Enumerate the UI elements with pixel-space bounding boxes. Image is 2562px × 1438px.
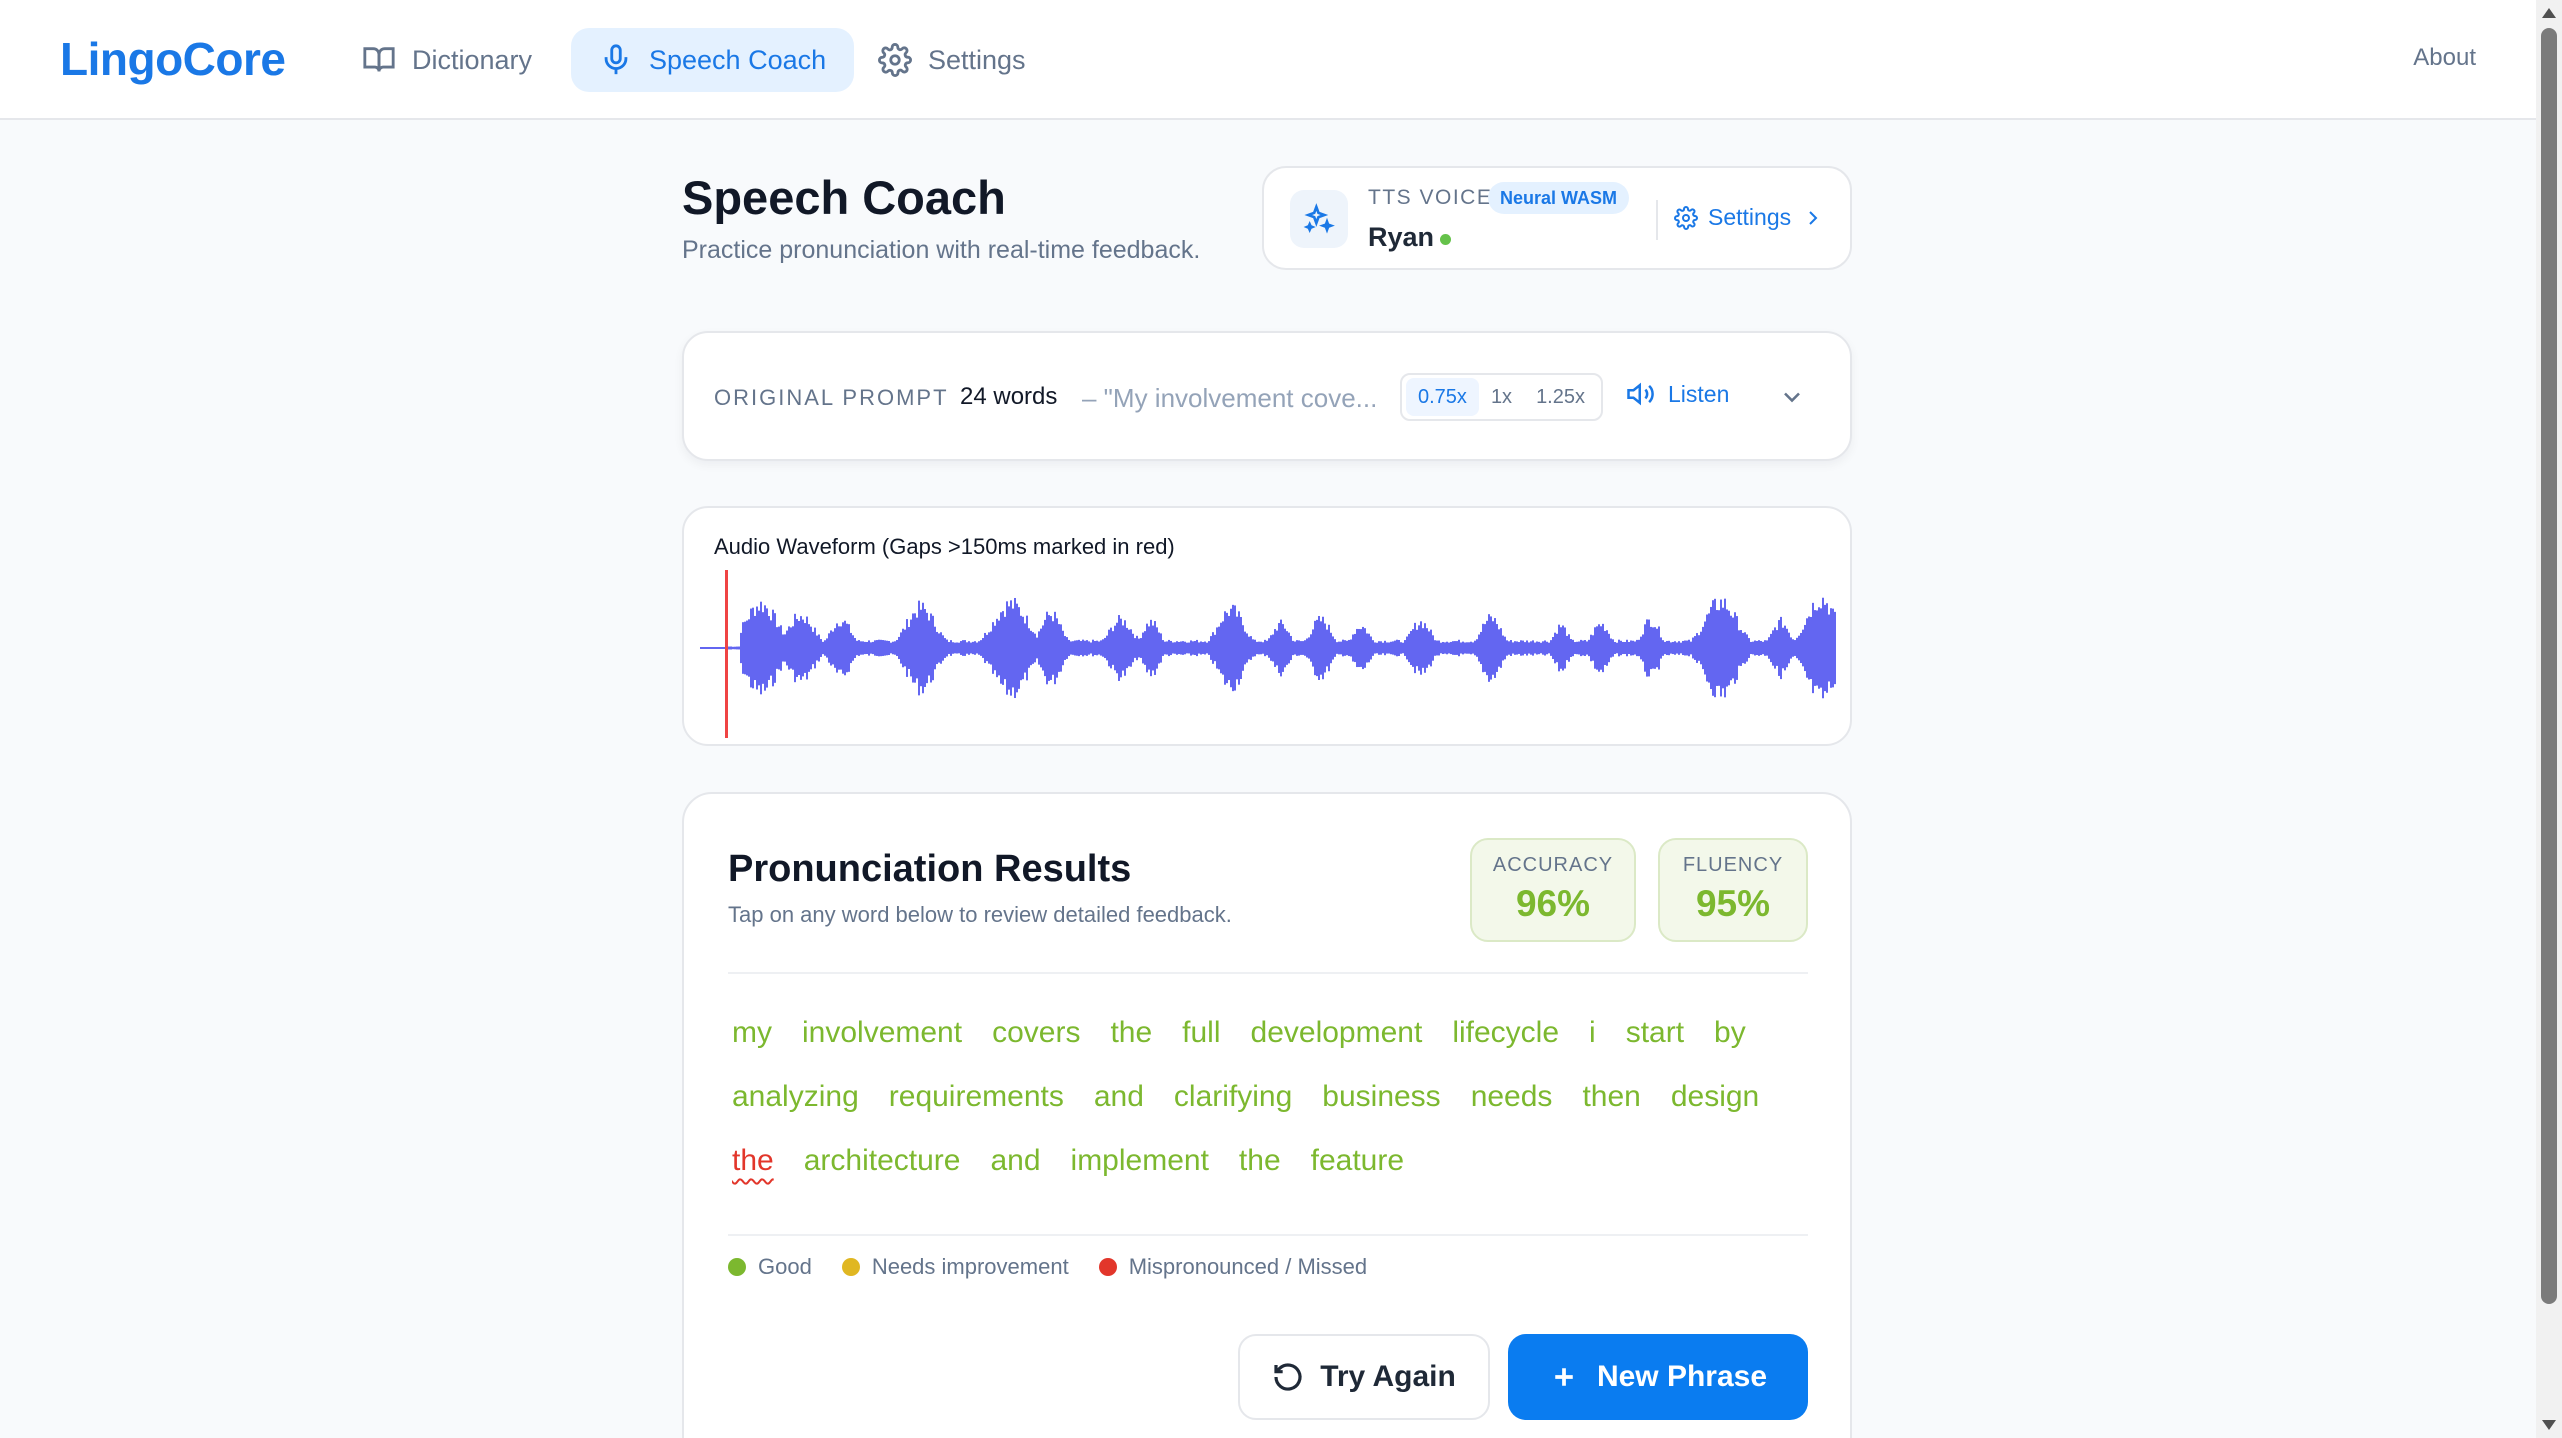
tts-voice-label: TTS VOICE <box>1368 186 1493 209</box>
tts-settings-label: Settings <box>1708 204 1792 230</box>
brand-logo[interactable]: LingoCore <box>60 32 286 86</box>
divider <box>728 1234 1808 1236</box>
sparkles-icon <box>1290 190 1348 248</box>
legend-good: Good <box>728 1254 812 1280</box>
word-count: 24 words <box>960 383 1058 410</box>
chevron-right-icon <box>1809 210 1818 225</box>
word-clarifying[interactable]: clarifying <box>1170 1078 1296 1116</box>
prompt-preview: – "My involvement cove... <box>1082 383 1378 413</box>
legend: Good Needs improvement Mispronounced / M… <box>728 1254 1367 1280</box>
word-i[interactable]: i <box>1585 1014 1600 1052</box>
fluency-score: FLUENCY 95% <box>1658 838 1808 942</box>
book-icon <box>363 47 395 72</box>
gap-marker <box>725 570 728 738</box>
engine-badge: Neural WASM <box>1488 182 1630 214</box>
speed-0-75x[interactable]: 0.75x <box>1406 378 1479 416</box>
legend-dot-good <box>728 1258 746 1276</box>
legend-mispronounced-label: Mispronounced / Missed <box>1128 1254 1368 1279</box>
try-again-button[interactable]: Try Again <box>1238 1334 1490 1420</box>
legend-needs-improvement: Needs improvement <box>841 1254 1069 1280</box>
word-needs[interactable]: needs <box>1467 1078 1557 1116</box>
speed-1x[interactable]: 1x <box>1479 378 1524 416</box>
word-covers[interactable]: covers <box>988 1014 1084 1052</box>
word-analyzing[interactable]: analyzing <box>728 1078 863 1116</box>
fluency-value: 95% <box>1695 883 1771 924</box>
nav-dictionary-label: Dictionary <box>412 44 533 75</box>
word-design[interactable]: design <box>1667 1078 1763 1116</box>
legend-mispronounced: Mispronounced / Missed <box>1098 1254 1368 1280</box>
chevron-down-icon[interactable] <box>1778 383 1806 416</box>
scroll-thumb[interactable] <box>2541 28 2557 1304</box>
plus-icon <box>1555 1368 1573 1386</box>
nav-dictionary[interactable]: Dictionary <box>334 28 560 92</box>
scroll-up-arrow[interactable] <box>2542 8 2556 18</box>
microphone-icon <box>604 44 628 75</box>
pronunciation-results-card: Pronunciation Results Tap on any word be… <box>682 792 1852 1438</box>
waveform-title: Audio Waveform (Gaps >150ms marked in re… <box>714 534 1175 559</box>
audio-waveform[interactable] <box>700 562 1838 738</box>
nav-speech-coach[interactable]: Speech Coach <box>571 28 855 92</box>
top-navbar: LingoCore Dictionary Speech Coach Settin… <box>0 0 2536 120</box>
word-development[interactable]: development <box>1247 1014 1427 1052</box>
tts-settings-link[interactable]: Settings <box>1674 204 1825 231</box>
divider <box>1656 200 1658 240</box>
word-then[interactable]: then <box>1578 1078 1644 1116</box>
original-prompt-card[interactable]: ORIGINAL PROMPT 24 words – "My involveme… <box>682 331 1852 461</box>
word-the-mispronounced[interactable]: the <box>728 1142 778 1180</box>
word-by[interactable]: by <box>1710 1014 1750 1052</box>
word-lifecycle[interactable]: lifecycle <box>1448 1014 1563 1052</box>
legend-good-label: Good <box>758 1254 812 1279</box>
nav-settings[interactable]: Settings <box>850 28 1054 92</box>
word-and[interactable]: and <box>1090 1078 1148 1116</box>
audio-waveform-card: Audio Waveform (Gaps >150ms marked in re… <box>682 506 1852 746</box>
voice-name: Ryan <box>1368 222 1435 252</box>
listen-button[interactable]: Listen <box>1626 379 1729 409</box>
legend-needs-improvement-label: Needs improvement <box>871 1254 1069 1279</box>
word-involvement[interactable]: involvement <box>798 1014 966 1052</box>
speed-1-25x[interactable]: 1.25x <box>1524 378 1597 416</box>
accuracy-value: 96% <box>1515 883 1591 924</box>
accuracy-label: ACCURACY <box>1492 854 1614 876</box>
word-requirements[interactable]: requirements <box>885 1078 1068 1116</box>
page-title: Speech Coach <box>682 171 1006 224</box>
word-the[interactable]: the <box>1106 1014 1156 1052</box>
scrollbar[interactable] <box>2536 0 2562 1438</box>
playback-speed-selector: 0.75x 1x 1.25x <box>1400 373 1603 421</box>
about-link[interactable]: About <box>2413 44 2476 72</box>
word-start[interactable]: start <box>1622 1014 1688 1052</box>
accuracy-score: ACCURACY 96% <box>1470 838 1636 942</box>
new-phrase-label: New Phrase <box>1596 1360 1768 1393</box>
word-and[interactable]: and <box>986 1142 1044 1180</box>
word-full[interactable]: full <box>1178 1014 1224 1052</box>
word-the[interactable]: the <box>1235 1142 1285 1180</box>
word-architecture[interactable]: architecture <box>800 1142 965 1180</box>
nav-speech-coach-label: Speech Coach <box>649 44 827 75</box>
speaker-icon <box>1627 382 1654 406</box>
divider <box>728 972 1808 974</box>
legend-dot-mispronounced <box>1098 1258 1117 1276</box>
rotate-ccw-icon <box>1274 1363 1302 1391</box>
nav-settings-label: Settings <box>928 44 1026 75</box>
prompt-label: ORIGINAL PROMPT <box>714 385 949 410</box>
tts-voice-card: TTS VOICE Neural WASM Ryan Settings <box>1262 166 1852 270</box>
page-subtitle: Practice pronunciation with real-time fe… <box>682 236 1201 264</box>
results-title: Pronunciation Results <box>728 848 1132 890</box>
results-subtitle: Tap on any word below to review detailed… <box>728 902 1232 927</box>
gear-icon <box>878 43 912 77</box>
gear-icon <box>1674 205 1698 230</box>
word-list: my involvement covers the full development lif… <box>728 1014 1818 1180</box>
try-again-label: Try Again <box>1320 1360 1456 1393</box>
scroll-down-arrow[interactable] <box>2542 1420 2556 1430</box>
legend-dot-needs-improvement <box>841 1258 860 1276</box>
fluency-label: FLUENCY <box>1682 854 1784 876</box>
word-my[interactable]: my <box>728 1014 776 1052</box>
word-feature[interactable]: feature <box>1307 1142 1408 1180</box>
word-business[interactable]: business <box>1318 1078 1444 1116</box>
new-phrase-button[interactable]: New Phrase <box>1508 1334 1808 1420</box>
word-implement[interactable]: implement <box>1067 1142 1213 1180</box>
listen-label: Listen <box>1668 380 1730 407</box>
voice-status-dot <box>1440 234 1451 245</box>
